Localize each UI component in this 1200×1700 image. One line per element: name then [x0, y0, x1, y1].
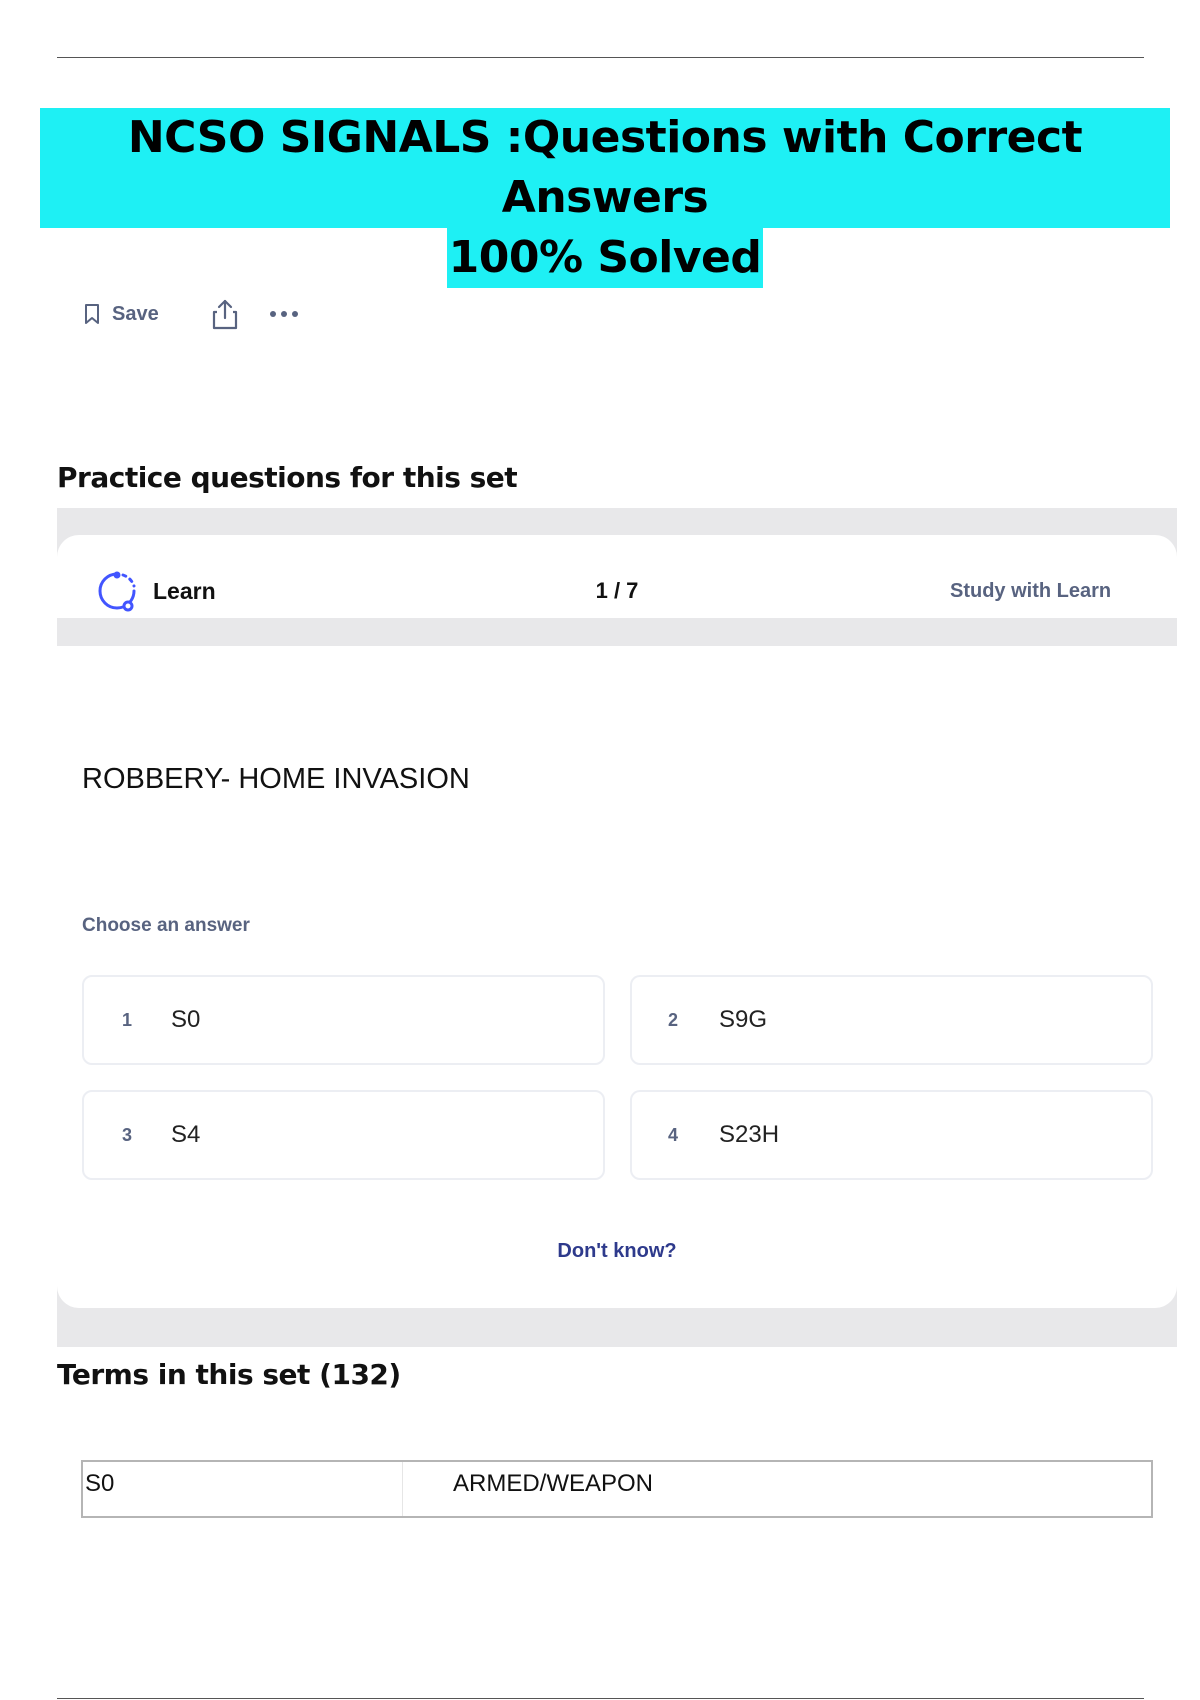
answer-option-3[interactable]: 3 S4 [82, 1090, 605, 1180]
option-number: 2 [668, 1009, 679, 1030]
option-number: 1 [122, 1009, 133, 1030]
card-header-divider [57, 618, 1177, 646]
answer-option-1[interactable]: 1 S0 [82, 975, 605, 1065]
more-options-button[interactable] [269, 310, 299, 318]
definition-cell: ARMED/WEAPON [453, 1470, 654, 1497]
terms-table-row: S0 ARMED/WEAPON [81, 1460, 1153, 1518]
term-cell: S0 [83, 1462, 403, 1516]
title-line-1: NCSO SIGNALS :Questions with Correct Ans… [40, 108, 1170, 228]
question-text: ROBBERY- HOME INVASION [82, 763, 470, 795]
study-with-learn-link[interactable]: Study with Learn [950, 580, 1111, 603]
option-number: 3 [122, 1124, 133, 1145]
option-value: S4 [171, 1121, 201, 1148]
set-actions: Save [84, 298, 299, 330]
answer-option-4[interactable]: 4 S23H [630, 1090, 1153, 1180]
option-number: 4 [668, 1124, 679, 1145]
save-button[interactable]: Save [84, 303, 159, 326]
save-label: Save [112, 302, 159, 325]
share-icon [212, 299, 237, 330]
title-line-2: 100% Solved [446, 228, 764, 288]
option-value: S23H [719, 1121, 780, 1148]
choose-answer-label: Choose an answer [82, 915, 250, 936]
bookmark-icon [85, 304, 99, 324]
top-divider [57, 57, 1144, 58]
option-value: S9G [719, 1006, 768, 1033]
dont-know-button[interactable]: Don't know? [0, 1240, 1200, 1263]
answer-option-2[interactable]: 2 S9G [630, 975, 1153, 1065]
option-value: S0 [171, 1006, 201, 1033]
document-title: NCSO SIGNALS :Questions with Correct Ans… [40, 108, 1170, 288]
terms-heading: Terms in this set (132) [57, 1358, 401, 1391]
practice-heading: Practice questions for this set [57, 461, 518, 494]
more-icon [269, 311, 298, 317]
share-button[interactable] [211, 298, 239, 330]
bottom-divider [57, 1698, 1144, 1699]
